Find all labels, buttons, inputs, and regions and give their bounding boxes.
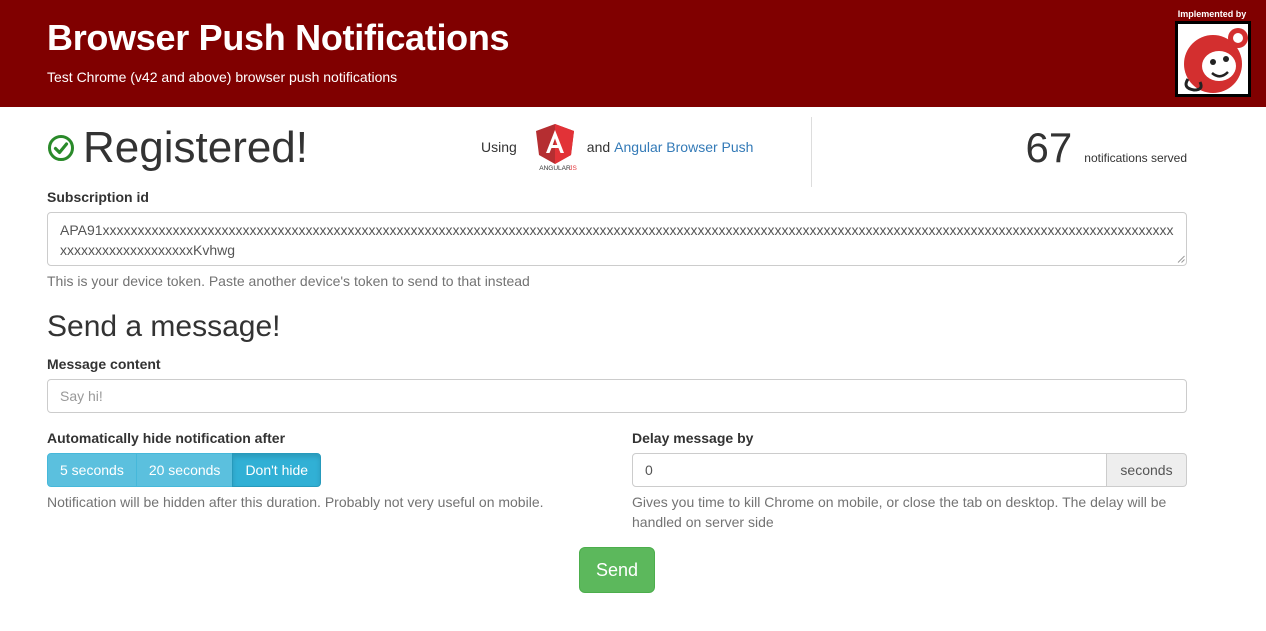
send-message-heading: Send a message!	[47, 310, 281, 343]
angularjs-logo-icon: ANGULAR JS	[535, 124, 577, 171]
using-credits: Using ANGULAR JS and Angular Browser Pus…	[481, 123, 753, 171]
header-banner: Browser Push Notifications Test Chrome (…	[0, 0, 1266, 107]
dont-hide-button[interactable]: Don't hide	[232, 453, 322, 487]
hide-5-seconds-button[interactable]: 5 seconds	[47, 453, 137, 487]
delay-seconds-input[interactable]	[632, 453, 1107, 487]
page-subtitle: Test Chrome (v42 and above) browser push…	[47, 69, 398, 85]
send-button[interactable]: Send	[579, 547, 655, 593]
monkey-logo-icon[interactable]	[1175, 21, 1251, 97]
auto-hide-button-group: 5 seconds 20 seconds Don't hide	[47, 453, 322, 487]
vertical-divider	[811, 117, 812, 187]
notifications-served-label: notifications served	[1084, 151, 1187, 165]
using-label: Using	[481, 139, 517, 155]
check-circle-icon	[48, 135, 74, 161]
notifications-count: 67	[1025, 124, 1073, 171]
svg-text:JS: JS	[569, 165, 577, 171]
delay-unit-addon: seconds	[1107, 453, 1187, 487]
message-content-label: Message content	[47, 356, 161, 372]
hide-20-seconds-button[interactable]: 20 seconds	[135, 453, 234, 487]
delay-input-group: seconds	[632, 453, 1187, 487]
delay-message-label: Delay message by	[632, 430, 754, 446]
resize-handle-icon[interactable]	[1177, 255, 1185, 263]
svg-text:ANGULAR: ANGULAR	[539, 165, 571, 171]
angular-browser-push-link[interactable]: Angular Browser Push	[614, 139, 753, 155]
implemented-by-label: Implemented by	[1177, 9, 1247, 19]
subscription-id-label: Subscription id	[47, 189, 149, 205]
notifications-served-stat: 67 notifications served	[1026, 123, 1187, 173]
page-title: Browser Push Notifications	[47, 17, 510, 58]
delay-help-text: Gives you time to kill Chrome on mobile,…	[632, 494, 1167, 530]
message-content-input[interactable]	[47, 379, 1187, 413]
auto-hide-help-text: Notification will be hidden after this d…	[47, 494, 544, 510]
registered-text: Registered!	[83, 123, 309, 172]
auto-hide-label: Automatically hide notification after	[47, 430, 286, 446]
registration-status: Registered!	[47, 123, 308, 173]
subscription-help-text: This is your device token. Paste another…	[47, 273, 530, 289]
subscription-token-field[interactable]: APA91xxxxxxxxxxxxxxxxxxxxxxxxxxxxxxxxxxx…	[47, 212, 1187, 266]
and-label: and	[586, 139, 611, 155]
